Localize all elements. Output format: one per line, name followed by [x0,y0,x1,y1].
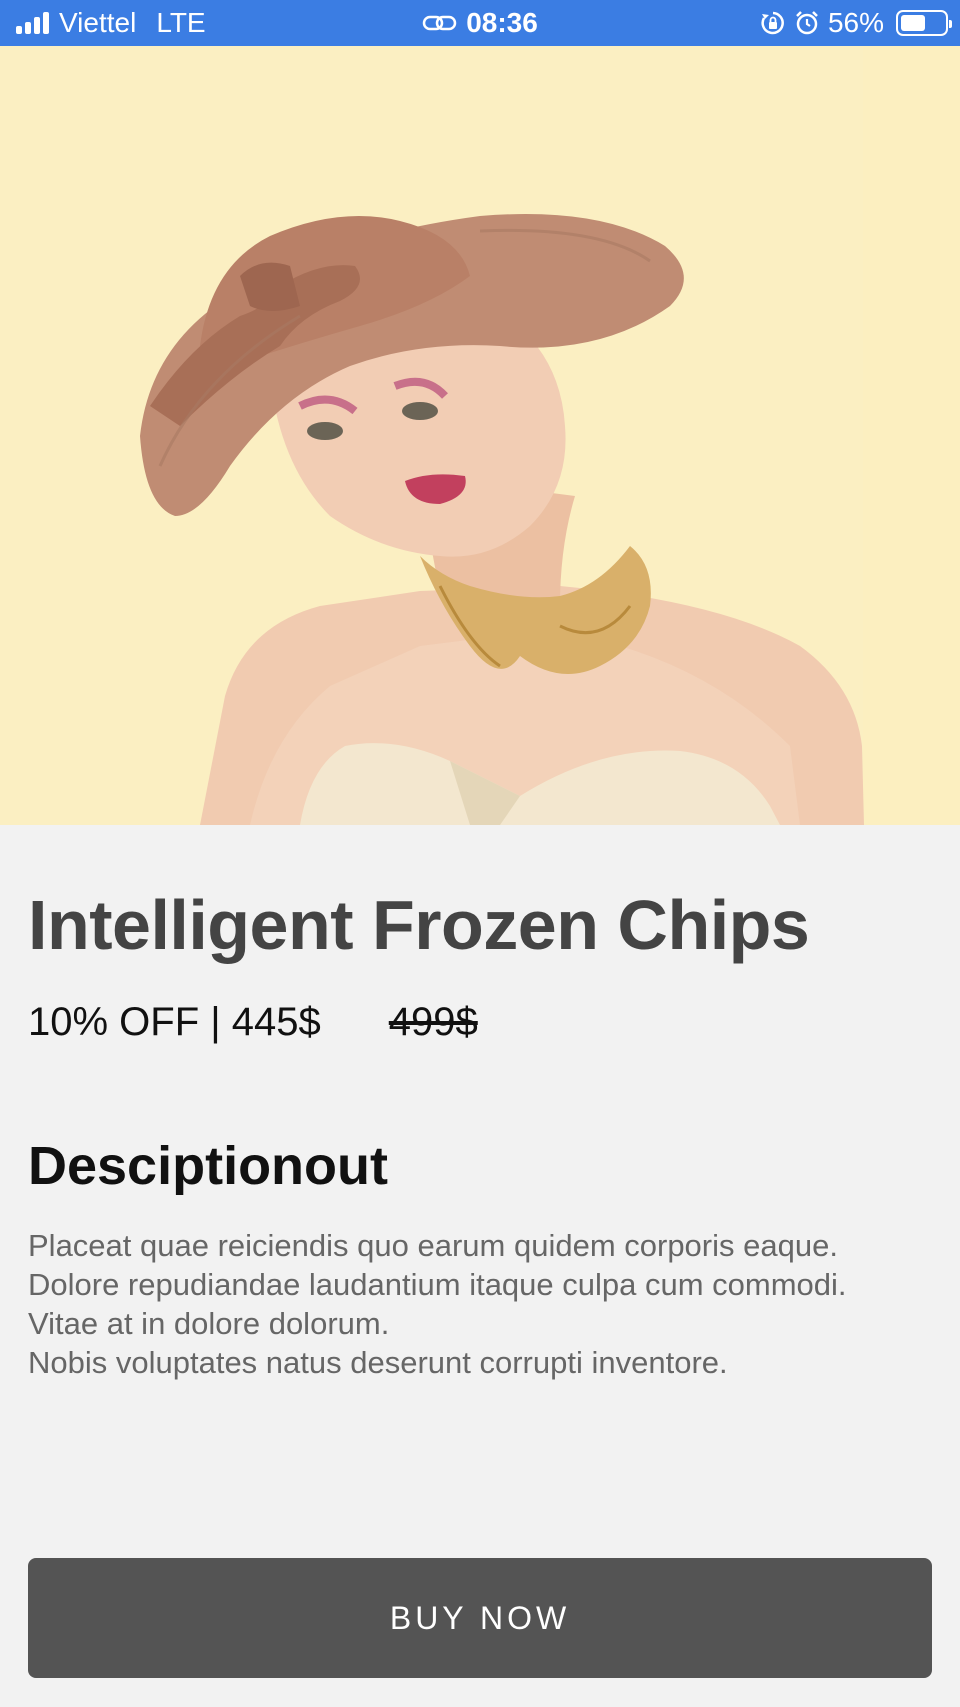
model-hat-illustration [140,46,960,825]
status-right: 56% [760,0,952,46]
status-bar: Viettel LTE 08:36 56% [0,0,960,46]
description-heading: Desciptionout [28,1136,388,1196]
product-image [0,46,960,825]
description-line: Nobis voluptates natus deserunt corrupti… [28,1345,728,1380]
product-title: Intelligent Frozen Chips [28,886,810,964]
clock: 08:36 [466,7,538,38]
description-line: Dolore repudiandae laudantium itaque cul… [28,1267,847,1302]
alarm-icon [796,11,818,35]
link-icon [422,15,457,31]
description-line: Vitae at in dolore dolorum. [28,1306,390,1341]
description-line: Placeat quae reiciendis quo earum quidem… [28,1228,838,1263]
original-price: 499$ [388,1000,478,1044]
rotation-lock-icon [761,11,784,35]
battery-percent: 56% [827,7,884,38]
battery-icon [896,10,952,36]
description-text: Placeat quae reiciendis quo earum quidem… [28,1226,948,1382]
price-row: 10% OFF | 445$ 499$ [28,1000,478,1045]
buy-now-button[interactable]: BUY NOW [28,1558,932,1678]
discount-price: 10% OFF | 445$ [28,1000,321,1044]
